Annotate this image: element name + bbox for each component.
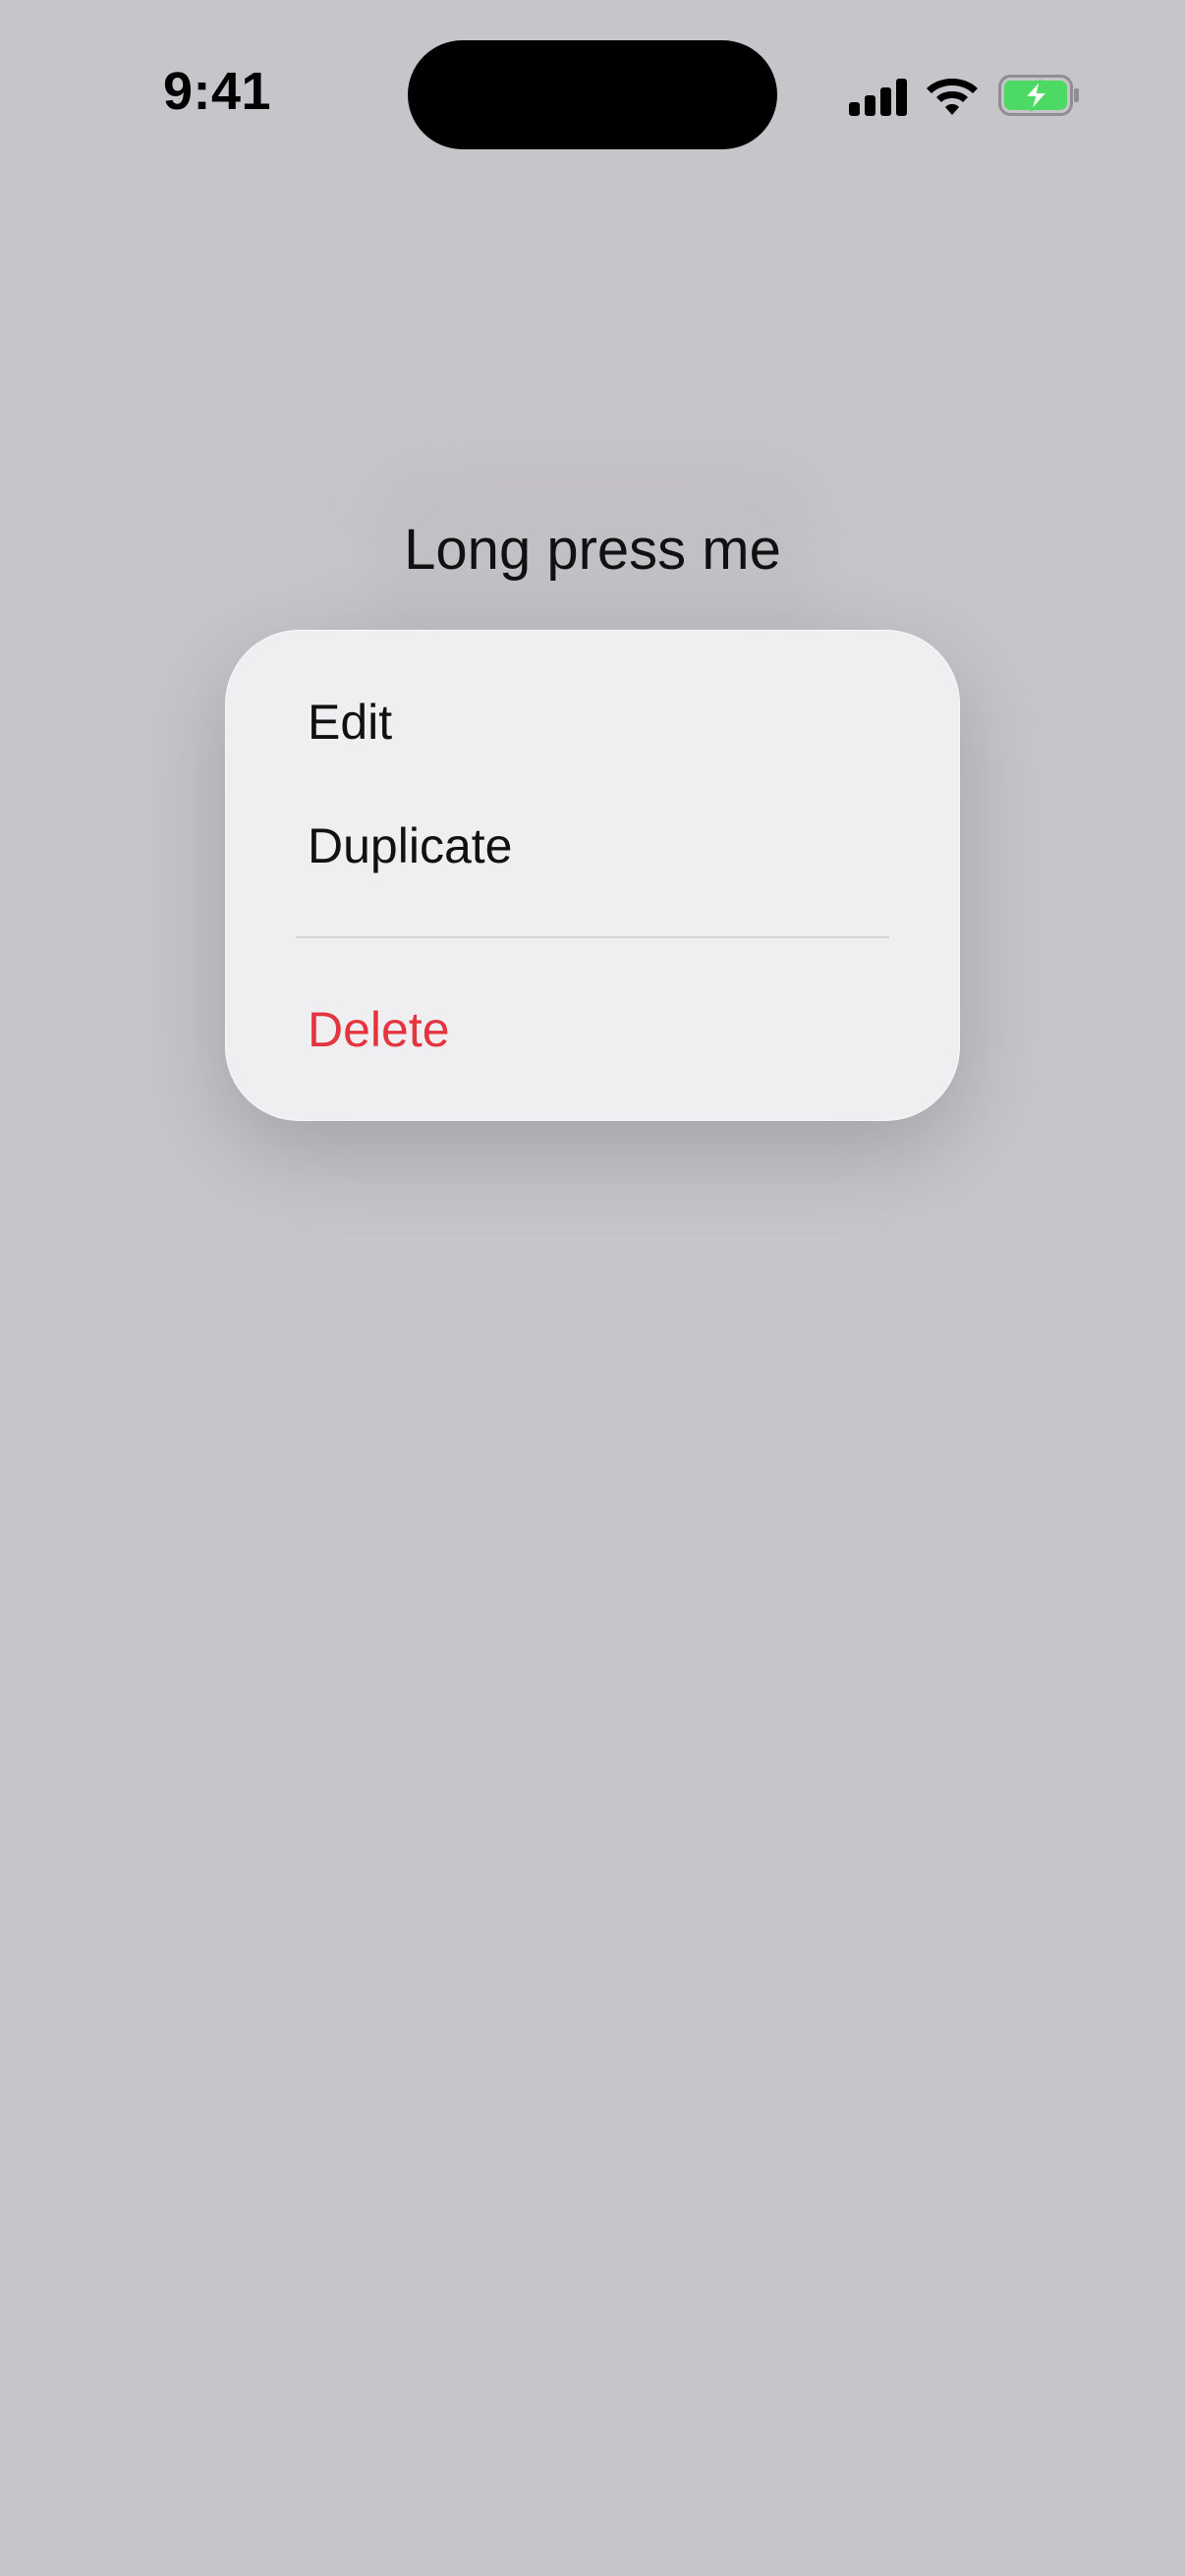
long-press-target[interactable]: Long press me: [396, 516, 789, 585]
battery-charging-icon: [998, 75, 1079, 116]
menu-divider: [296, 936, 889, 938]
status-time: 9:41: [163, 62, 272, 121]
menu-item-duplicate[interactable]: Duplicate: [308, 816, 512, 875]
status-bar: 9:41: [0, 0, 1185, 149]
menu-item-delete[interactable]: Delete: [308, 1000, 450, 1059]
cellular-signal-icon: [849, 79, 907, 116]
context-menu: Edit Duplicate Delete: [225, 630, 960, 1121]
menu-item-edit[interactable]: Edit: [308, 693, 392, 752]
wifi-icon: [927, 79, 978, 115]
dynamic-island: [408, 40, 777, 149]
